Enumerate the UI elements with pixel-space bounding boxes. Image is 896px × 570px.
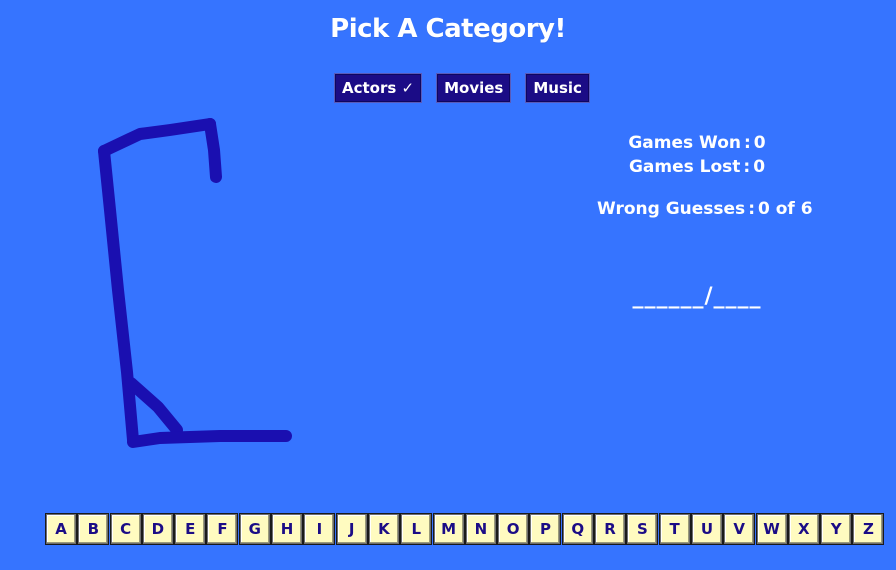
letter-button-x[interactable]: X bbox=[788, 514, 819, 544]
wrong-guesses-label: Wrong Guesses bbox=[597, 199, 746, 219]
letter-button-v[interactable]: V bbox=[724, 514, 755, 544]
letter-button-z[interactable]: Z bbox=[853, 514, 884, 544]
letter-button-f[interactable]: F bbox=[207, 514, 238, 544]
gallows-post bbox=[98, 145, 139, 446]
games-lost-label: Games Lost bbox=[628, 157, 741, 177]
letter-button-i[interactable]: I bbox=[304, 514, 335, 544]
letter-button-g[interactable]: G bbox=[239, 514, 270, 544]
games-won-row: Games Won:0 bbox=[628, 133, 766, 153]
letter-button-r[interactable]: R bbox=[595, 514, 626, 544]
letter-button-d[interactable]: D bbox=[142, 514, 173, 544]
games-lost-value: 0 bbox=[753, 157, 766, 177]
games-won-value: 0 bbox=[753, 133, 766, 153]
letter-button-b[interactable]: B bbox=[78, 514, 109, 544]
hidden-word: ______/____ bbox=[632, 284, 762, 309]
wrong-guesses-row: Wrong Guesses:0 of 6 bbox=[597, 199, 813, 219]
letter-button-m[interactable]: M bbox=[433, 514, 464, 544]
letter-button-q[interactable]: Q bbox=[562, 514, 593, 544]
letter-button-w[interactable]: W bbox=[756, 514, 787, 544]
games-lost-row: Games Lost:0 bbox=[628, 157, 766, 177]
letter-button-h[interactable]: H bbox=[272, 514, 303, 544]
letter-button-o[interactable]: O bbox=[498, 514, 529, 544]
letter-button-n[interactable]: N bbox=[465, 514, 496, 544]
letter-button-e[interactable]: E bbox=[175, 514, 206, 544]
wrong-guesses-value: 0 of 6 bbox=[758, 199, 813, 219]
gallows-rope-hook bbox=[204, 118, 222, 183]
letter-button-t[interactable]: T bbox=[659, 514, 690, 544]
letter-keyboard: ABCDEFGHIJKLMNOPQRSTUVWXYZ bbox=[46, 514, 885, 544]
gallows-top-beam bbox=[98, 118, 216, 157]
letter-button-c[interactable]: C bbox=[110, 514, 141, 544]
letter-button-y[interactable]: Y bbox=[821, 514, 852, 544]
gallows-brace bbox=[125, 377, 183, 436]
letter-button-a[interactable]: A bbox=[46, 514, 76, 544]
letter-button-j[interactable]: J bbox=[336, 514, 367, 544]
letter-button-u[interactable]: U bbox=[691, 514, 722, 544]
letter-button-p[interactable]: P bbox=[530, 514, 561, 544]
games-won-label: Games Won bbox=[628, 133, 741, 153]
gallows-base bbox=[127, 430, 292, 448]
letter-button-k[interactable]: K bbox=[368, 514, 399, 544]
letter-button-l[interactable]: L bbox=[401, 514, 432, 544]
game-stats: Games Won:0 Games Lost:0 Wrong Guesses:0… bbox=[597, 131, 813, 221]
letter-button-s[interactable]: S bbox=[627, 514, 658, 544]
